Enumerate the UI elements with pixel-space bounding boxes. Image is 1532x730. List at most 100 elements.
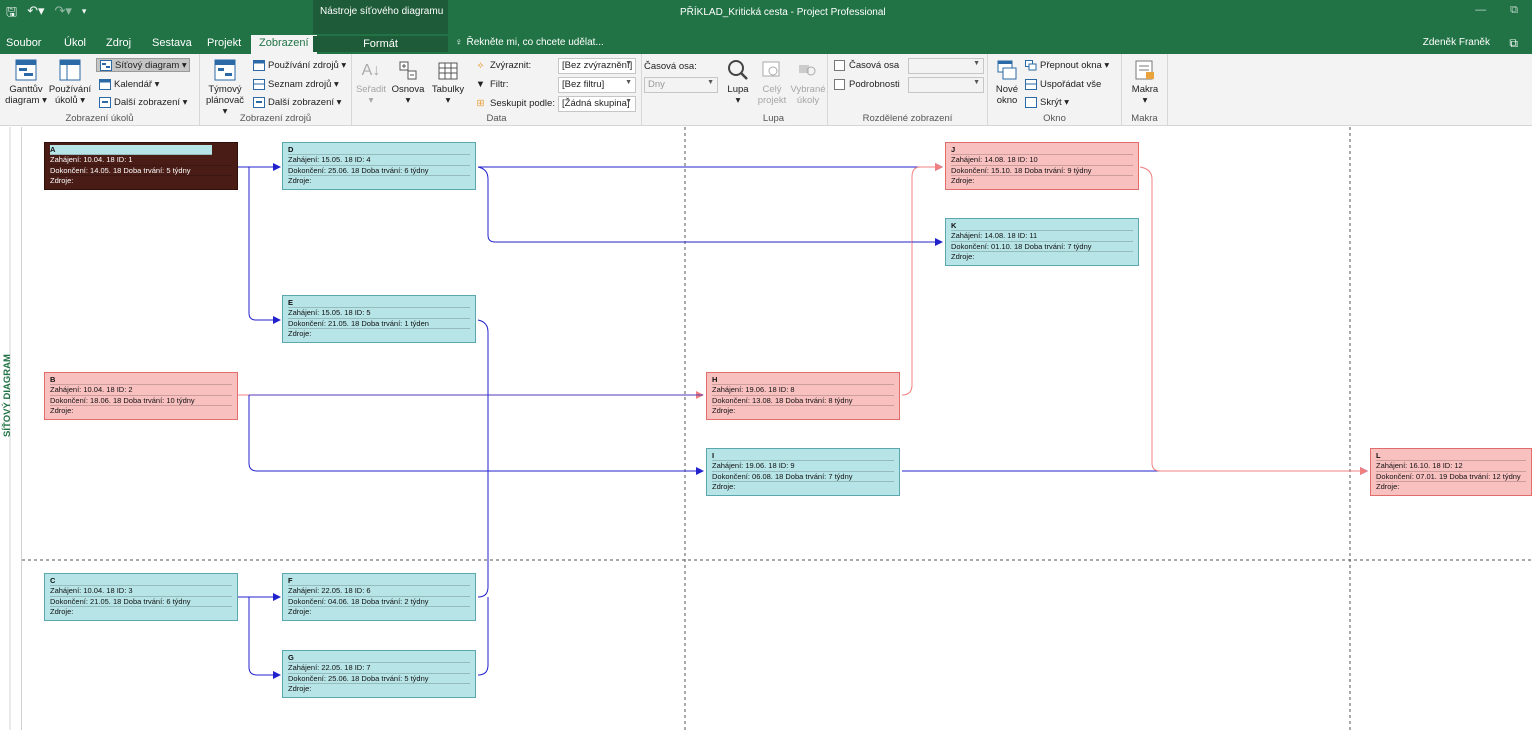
tell-me-box[interactable]: ♀ Řekněte mi, co chcete udělat... (455, 37, 604, 48)
tables-button[interactable]: Tabulky ▾ (428, 58, 468, 106)
sort-button[interactable]: A↓ Seřadit ▾ (354, 58, 388, 106)
highlight-label: ⟡ Zvýraznit: (474, 59, 531, 71)
timeline-view-dropdown[interactable]: ▼ (908, 58, 984, 74)
outline-button[interactable]: Osnova ▾ (388, 58, 428, 106)
timeline-checkbox-box (834, 60, 845, 71)
highlight-value: [Bez zvýraznění] (562, 60, 633, 71)
task-node-e[interactable]: E Zahájení: 15.05. 18 ID: 5 Dokončení: 2… (282, 295, 476, 343)
network-diagram-button[interactable]: Síťový diagram ▾ (96, 58, 190, 72)
task-start: Zahájení: 14.08. 18 ID: 11 (951, 231, 1133, 242)
selected-tasks-button[interactable]: Vybrané úkoly (790, 58, 826, 106)
task-finish: Dokončení: 01.10. 18 Doba trvání: 7 týdn… (951, 242, 1133, 252)
timeline-checkbox[interactable]: Časová osa (834, 60, 899, 71)
resource-sheet-button[interactable]: Seznam zdrojů ▾ (252, 78, 339, 90)
other-task-views-button[interactable]: Další zobrazení ▾ (98, 96, 187, 108)
task-usage-icon (58, 58, 82, 82)
switch-windows-button[interactable]: Přepnout okna ▾ (1024, 59, 1109, 71)
ribbon-display-icon[interactable]: ⧉ (1509, 36, 1518, 51)
filter-dropdown[interactable]: [Bez filtru] ▼ (558, 77, 636, 93)
timescale-dropdown[interactable]: Dny ▼ (644, 77, 718, 93)
task-node-f[interactable]: F Zahájení: 22.05. 18 ID: 6 Dokončení: 0… (282, 573, 476, 621)
task-resources: Zdroje: (288, 607, 312, 616)
tab-zdroj[interactable]: Zdroj (106, 36, 131, 50)
tab-ukol[interactable]: Úkol (64, 36, 86, 50)
customize-qat-icon[interactable]: ▾ (82, 3, 87, 25)
user-name[interactable]: Zdeněk Franěk (1423, 37, 1490, 48)
filter-text: Filtr: (490, 78, 509, 90)
tab-zobrazeni[interactable]: Zobrazení (251, 35, 317, 54)
other-resource-views-button[interactable]: Další zobrazení ▾ (252, 96, 341, 108)
task-start: Zahájení: 16.10. 18 ID: 12 (1376, 461, 1526, 472)
title-bar: 🖫 ↶▾ ↷▾ ▾ Nástroje síťového diagramu PŘÍ… (0, 0, 1532, 36)
task-usage-label-2: úkolů ▾ (54, 95, 86, 106)
lightbulb-icon: ♀ (455, 37, 463, 48)
macro-icon (1133, 58, 1157, 82)
gantt-chart-button[interactable]: Ganttův diagram ▾ (4, 58, 48, 106)
task-node-a[interactable]: A Zahájení: 10.04. 18 ID: 1 Dokončení: 1… (44, 142, 238, 190)
task-usage-button[interactable]: Používání úkolů ▾ (48, 58, 92, 106)
calendar-label: Kalendář ▾ (114, 78, 160, 90)
team-planner-button[interactable]: Týmový plánovač ▾ (203, 58, 247, 117)
macros-button[interactable]: Makra ▾ (1128, 58, 1162, 106)
details-view-dropdown[interactable]: ▼ (908, 77, 984, 93)
task-name: F (288, 576, 470, 586)
task-node-b[interactable]: B Zahájení: 10.04. 18 ID: 2 Dokončení: 1… (44, 372, 238, 420)
group-task-views: Ganttův diagram ▾ Používání úkolů ▾ Síťo… (0, 54, 200, 126)
macros-dropdown-icon: ▾ (1142, 95, 1148, 106)
tables-icon (436, 58, 460, 82)
group-data: A↓ Seřadit ▾ Osnova ▾ Tabulky ▾ ⟡ Zvýraz… (352, 54, 642, 126)
task-resources: Zdroje: (712, 482, 736, 491)
tab-sestava[interactable]: Sestava (152, 36, 192, 50)
arrange-all-button[interactable]: Uspořádat vše (1024, 78, 1101, 90)
maximize-icon[interactable]: ⧉ (1510, 4, 1518, 17)
group-macros: Makra ▾ Makra (1122, 54, 1168, 126)
selected-tasks-label-2: úkoly (796, 95, 820, 106)
task-finish: Dokončení: 15.10. 18 Doba trvání: 9 týdn… (951, 166, 1133, 176)
hide-button[interactable]: Skrýt ▾ (1024, 96, 1069, 108)
tab-format[interactable]: Formát (313, 36, 448, 52)
task-usage-label-1: Používání (48, 84, 92, 95)
task-node-i[interactable]: I Zahájení: 19.06. 18 ID: 9 Dokončení: 0… (706, 448, 900, 496)
network-diagram-canvas[interactable]: SÍŤOVÝ DIAGRAM A Zahájení: 10.04. 18 ID:… (0, 127, 1532, 730)
link-c-g (248, 597, 281, 679)
task-node-l[interactable]: L Zahájení: 16.10. 18 ID: 12 Dokončení: … (1370, 448, 1532, 496)
task-node-d[interactable]: D Zahájení: 15.05. 18 ID: 4 Dokončení: 2… (282, 142, 476, 190)
task-node-g[interactable]: G Zahájení: 22.05. 18 ID: 7 Dokončení: 2… (282, 650, 476, 698)
tab-projekt[interactable]: Projekt (207, 36, 241, 50)
resource-usage-button[interactable]: Používání zdrojů ▾ (252, 59, 346, 71)
group-by-dropdown[interactable]: [Žádná skupina] ▼ (558, 96, 636, 112)
new-window-label-2: okno (996, 95, 1018, 106)
task-resources: Zdroje: (712, 406, 736, 415)
ribbon: Ganttův diagram ▾ Používání úkolů ▾ Síťo… (0, 54, 1532, 126)
context-tools-title: Nástroje síťového diagramu (320, 6, 444, 17)
task-start: Zahájení: 22.05. 18 ID: 6 (288, 586, 470, 597)
task-start: Zahájení: 10.04. 18 ID: 3 (50, 586, 232, 597)
task-finish: Dokončení: 18.06. 18 Doba trvání: 10 týd… (50, 396, 232, 406)
filter-value: [Bez filtru] (562, 79, 605, 90)
zoom-button[interactable]: Lupa ▾ (722, 58, 754, 106)
timescale-value: Dny (648, 79, 665, 90)
link-f-h (477, 395, 489, 598)
calendar-button[interactable]: Kalendář ▾ (98, 78, 159, 90)
minimize-icon[interactable]: — (1475, 4, 1486, 17)
highlight-dropdown[interactable]: [Bez zvýraznění] ▼ (558, 58, 636, 74)
undo-icon[interactable]: ↶▾ (27, 3, 44, 25)
zoom-dropdown-icon: ▾ (735, 95, 741, 106)
chevron-down-icon: ▼ (973, 79, 980, 86)
redo-icon[interactable]: ↷▾ (55, 3, 72, 25)
details-checkbox[interactable]: Podrobnosti (834, 79, 900, 90)
tables-dropdown-icon: ▾ (445, 95, 451, 106)
arrange-all-label: Uspořádat vše (1040, 78, 1102, 90)
task-node-h[interactable]: H Zahájení: 19.06. 18 ID: 8 Dokončení: 1… (706, 372, 900, 420)
task-node-k[interactable]: K Zahájení: 14.08. 18 ID: 11 Dokončení: … (945, 218, 1139, 266)
save-icon[interactable]: 🖫 (6, 3, 17, 25)
task-node-j[interactable]: J Zahájení: 14.08. 18 ID: 10 Dokončení: … (945, 142, 1139, 190)
outline-dropdown-icon: ▾ (405, 95, 411, 106)
chevron-down-icon: ▼ (625, 79, 632, 86)
tab-soubor[interactable]: Soubor (6, 36, 41, 50)
task-node-c[interactable]: C Zahájení: 10.04. 18 ID: 3 Dokončení: 2… (44, 573, 238, 621)
network-diagram-label: Síťový diagram ▾ (115, 59, 187, 71)
filter-icon: ▼ (475, 78, 486, 90)
new-window-button[interactable]: Nové okno (992, 58, 1022, 106)
entire-project-button[interactable]: Celý projekt (754, 58, 790, 106)
